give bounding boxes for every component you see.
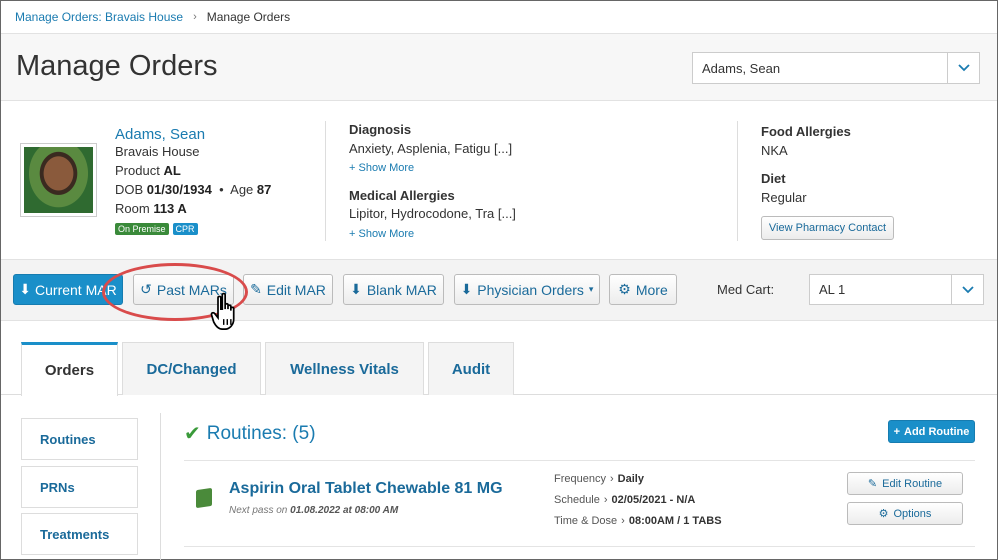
resident-dob-age: DOB 01/30/1934 • Age 87	[115, 182, 272, 197]
diagnosis-show-more[interactable]: + Show More	[349, 162, 414, 174]
medical-allergies-value: Lipitor, Hydrocodone, Tra [...]	[349, 206, 516, 221]
physician-orders-button[interactable]: ⬇ Physician Orders ▾	[454, 274, 600, 305]
resident-facility: Bravais House	[115, 144, 200, 159]
cpr-badge: CPR	[172, 223, 198, 235]
tab-dc-changed[interactable]: DC/Changed	[122, 342, 261, 395]
resident-photo	[20, 143, 97, 217]
next-pass: Next pass on 01.08.2022 at 08:00 AM	[229, 505, 399, 516]
book-icon	[196, 487, 212, 509]
on-premise-badge: On Premise	[115, 223, 169, 235]
medical-allergies-show-more[interactable]: + Show More	[349, 228, 414, 240]
diagnosis-title: Diagnosis	[349, 122, 412, 137]
tab-orders[interactable]: Orders	[21, 342, 118, 396]
resident-product: Product AL	[115, 163, 181, 178]
resident-name-link[interactable]: Adams, Sean	[115, 126, 205, 143]
med-cart-value: AL 1	[819, 282, 846, 297]
divider	[184, 546, 975, 547]
divider	[325, 121, 326, 241]
edit-mar-button[interactable]: ✎ Edit MAR	[243, 274, 333, 305]
schedule-row: Schedule › 02/05/2021 - N/A	[554, 494, 696, 506]
view-pharmacy-contact-button[interactable]: View Pharmacy Contact	[761, 216, 894, 240]
gear-icon: ⚙	[618, 281, 631, 297]
resident-select-value: Adams, Sean	[702, 60, 781, 76]
hand-cursor-icon	[210, 292, 246, 337]
food-allergies-title: Food Allergies	[761, 124, 851, 139]
diet-value: Regular	[761, 190, 807, 205]
chevron-down-icon[interactable]	[947, 53, 979, 83]
gear-icon: ⚙	[878, 508, 889, 520]
med-cart-select[interactable]: AL 1	[809, 274, 984, 305]
breadcrumb-parent-link[interactable]: Manage Orders: Bravais House	[15, 10, 183, 24]
medication-name-link[interactable]: Aspirin Oral Tablet Chewable 81 MG	[229, 480, 503, 498]
pencil-icon: ✎	[867, 478, 878, 490]
checkmark-icon: ✔	[184, 423, 201, 445]
edit-routine-button[interactable]: ✎ Edit Routine	[847, 472, 963, 495]
med-cart-label: Med Cart:	[717, 282, 775, 297]
pencil-icon: ✎	[250, 281, 262, 297]
add-routine-button[interactable]: + Add Routine	[888, 420, 975, 443]
divider	[184, 460, 975, 461]
medical-allergies-title: Medical Allergies	[349, 188, 455, 203]
food-allergies-value: NKA	[761, 143, 788, 158]
resident-select[interactable]: Adams, Sean	[692, 52, 980, 84]
blank-mar-button[interactable]: ⬇ Blank MAR	[343, 274, 444, 305]
chevron-down-icon[interactable]	[951, 275, 983, 304]
resident-room: Room 113 A	[115, 201, 187, 216]
chevron-right-icon: ›	[193, 11, 197, 23]
routines-heading: ✔ Routines: (5)	[184, 422, 316, 446]
download-icon: ⬇	[19, 281, 32, 297]
page-title: Manage Orders	[16, 50, 218, 82]
more-button[interactable]: ⚙ More	[609, 274, 677, 305]
time-dose-row: Time & Dose › 08:00AM / 1 TABS	[554, 515, 722, 527]
download-icon: ⬇	[350, 281, 362, 297]
diagnosis-value: Anxiety, Asplenia, Fatigu [...]	[349, 141, 513, 156]
caret-down-icon: ▾	[588, 284, 594, 294]
plus-icon: +	[893, 425, 901, 438]
breadcrumb: Manage Orders: Bravais House › Manage Or…	[15, 10, 290, 24]
side-nav-treatments[interactable]: Treatments	[21, 513, 138, 555]
options-button[interactable]: ⚙ Options	[847, 502, 963, 525]
divider	[160, 413, 161, 560]
frequency-row: Frequency › Daily	[554, 473, 644, 485]
divider	[737, 121, 738, 241]
resident-tags: On Premise CPR	[115, 223, 198, 235]
diet-title: Diet	[761, 171, 786, 186]
tab-wellness-vitals[interactable]: Wellness Vitals	[265, 342, 424, 395]
download-icon: ⬇	[460, 281, 473, 297]
side-nav-routines[interactable]: Routines	[21, 418, 138, 460]
plus-icon: +	[349, 162, 356, 174]
tab-audit[interactable]: Audit	[428, 342, 514, 395]
breadcrumb-current: Manage Orders	[206, 10, 291, 24]
plus-icon: +	[349, 228, 356, 240]
side-nav-prns[interactable]: PRNs	[21, 466, 138, 508]
